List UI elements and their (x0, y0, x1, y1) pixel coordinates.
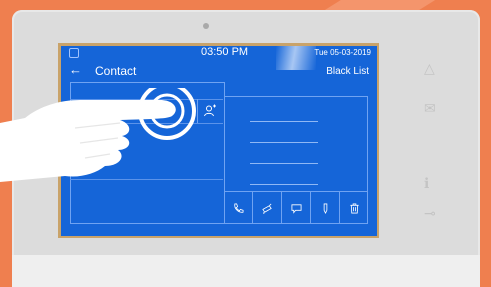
message-icon (291, 203, 301, 214)
message-button[interactable] (281, 192, 310, 224)
info-icon[interactable]: ℹ (424, 175, 429, 192)
title-bar: ← Contact Black List (61, 60, 377, 80)
hand-icon (0, 100, 176, 182)
status-bar: 03:50 PM Tue 05-03-2019 (61, 46, 377, 60)
call-button[interactable] (224, 192, 252, 224)
add-contact-icon (204, 104, 216, 117)
back-arrow-icon[interactable]: ← (69, 62, 82, 77)
delete-button[interactable] (339, 192, 368, 224)
detail-line (250, 142, 318, 143)
detail-line (250, 163, 318, 164)
page-title: Contact (95, 64, 137, 78)
add-contact-button[interactable] (197, 99, 223, 123)
mail-icon[interactable]: ✉ (424, 100, 436, 117)
window-icon (69, 48, 79, 58)
bell-icon[interactable]: △ (424, 60, 435, 77)
device-bottom-panel (12, 255, 480, 287)
call-icon (233, 203, 243, 213)
edit-button[interactable] (310, 192, 339, 224)
device-side-buttons: △ ✉ ℹ ⊸ (420, 55, 450, 235)
camera-lens (203, 23, 209, 29)
black-list-button[interactable]: Black List (326, 66, 369, 77)
monitor-button[interactable] (252, 192, 281, 224)
edit-icon (323, 203, 327, 214)
clock: 03:50 PM (201, 46, 249, 58)
pointing-hand-illustration (0, 88, 196, 182)
monitor-icon (261, 203, 272, 214)
detail-line (250, 121, 318, 122)
delete-icon (349, 203, 359, 213)
detail-line (250, 184, 318, 185)
action-bar (224, 191, 368, 224)
date: Tue 05-03-2019 (314, 48, 371, 57)
key-icon[interactable]: ⊸ (424, 205, 436, 222)
